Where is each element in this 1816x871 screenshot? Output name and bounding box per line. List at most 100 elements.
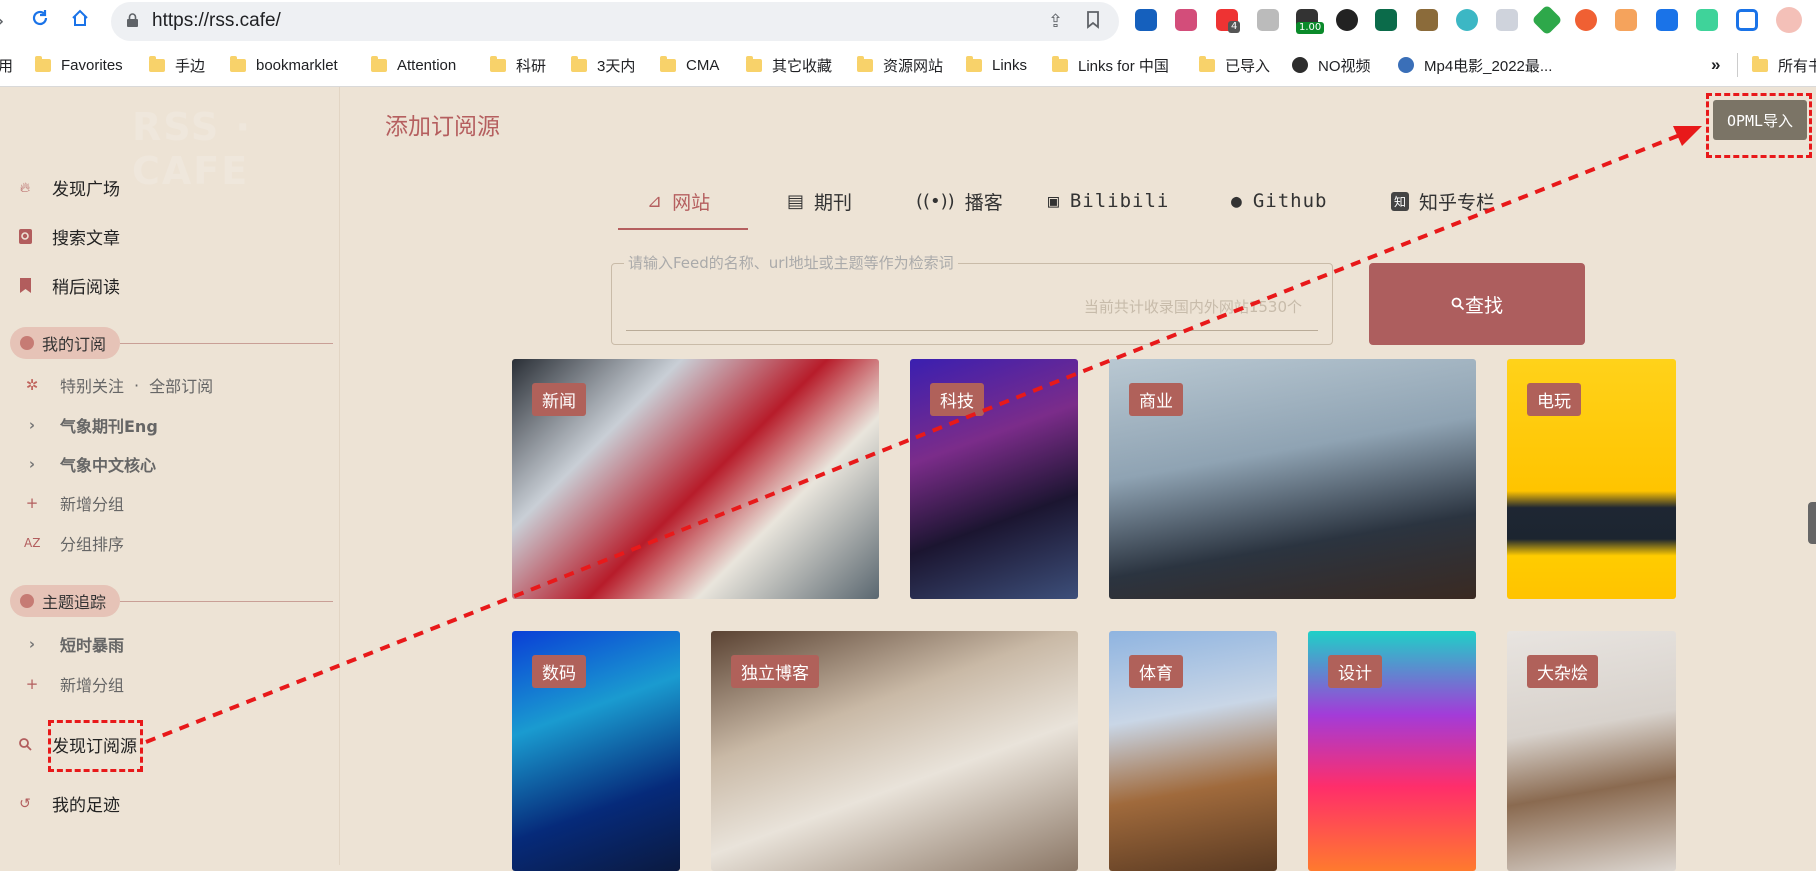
add-group-button[interactable]: + 新增分组	[24, 491, 124, 515]
chevron-right-icon: ›	[28, 455, 36, 473]
extension-y-icon[interactable]	[1135, 9, 1157, 31]
topic-group-item[interactable]: › 短时暴雨	[24, 632, 124, 656]
tab-bilibili[interactable]: ▣ Bilibili	[1048, 181, 1169, 221]
all-bookmarks[interactable]: 所有书	[1737, 43, 1816, 87]
extension-spy-icon[interactable]	[1336, 9, 1358, 31]
bookmark-apps[interactable]: 用	[0, 43, 13, 87]
profile-avatar[interactable]	[1776, 7, 1802, 33]
bookmark-folder[interactable]: Favorites	[35, 43, 123, 87]
globe-icon	[1398, 57, 1414, 73]
plus-icon: +	[25, 494, 39, 512]
bookmark-folder[interactable]: 手边	[149, 43, 205, 87]
annotation-highlight-opml	[1706, 93, 1812, 158]
rss-cafe-app: RSS · CAFE 🔥︎ 发现广场 搜索文章 稍后阅读 我的订阅 ✲ 特别关注…	[0, 87, 1816, 871]
bookmark-star-icon[interactable]	[1086, 11, 1100, 34]
extension-rss-icon[interactable]	[1615, 9, 1637, 31]
broadcast-icon	[20, 594, 34, 608]
reload-icon[interactable]	[30, 8, 50, 34]
sort-groups-button[interactable]: AZ 分组排序	[24, 531, 124, 555]
bookmark-folder[interactable]: 3天内	[571, 43, 635, 87]
tab-podcast[interactable]: ((•)) 播客	[916, 181, 1003, 221]
bookmark-folder[interactable]: 已导入	[1199, 43, 1270, 87]
home-icon[interactable]	[70, 8, 90, 34]
folder-icon	[490, 55, 506, 72]
group-item[interactable]: › 气象期刊Eng	[24, 413, 158, 437]
nav-history[interactable]: ↺ 我的足迹	[18, 791, 120, 817]
tab-github[interactable]: ● Github	[1231, 181, 1327, 221]
category-card-digital[interactable]: 数码	[512, 631, 680, 871]
section-my-subscriptions[interactable]: 我的订阅	[10, 327, 333, 359]
bookmark-link[interactable]: Mp4电影_2022最...	[1398, 43, 1552, 87]
chevron-right-icon: ›	[28, 635, 36, 653]
main-content: 添加订阅源 OPML导入 ⊿ 网站 ▤ 期刊 ((•)) 播客 ▣ Bilibili ●…	[341, 87, 1816, 871]
globe-icon	[1292, 57, 1308, 73]
group-item[interactable]: › 气象中文核心	[24, 452, 156, 476]
extension-orange-icon[interactable]	[1575, 9, 1597, 31]
bookmark-folder[interactable]: CMA	[660, 43, 719, 87]
divider	[120, 342, 333, 344]
address-bar[interactable]: https://rss.cafe/ ⇪	[111, 2, 1119, 41]
side-panel-icon[interactable]	[1736, 9, 1758, 31]
history-icon: ↺	[19, 795, 31, 812]
nav-search-articles[interactable]: 搜索文章	[18, 224, 120, 249]
nav-discover[interactable]: 🔥︎ 发现广场	[18, 175, 120, 201]
folder-icon	[230, 55, 246, 72]
share-icon[interactable]: ⇪	[1048, 11, 1063, 32]
category-card-design[interactable]: 设计	[1308, 631, 1476, 871]
category-card-games[interactable]: 电玩	[1507, 359, 1676, 599]
extension-flask-icon[interactable]	[1696, 9, 1718, 31]
category-card-tech[interactable]: 科技	[910, 359, 1078, 599]
brand-logo[interactable]: RSS · CAFE	[132, 105, 339, 193]
find-button[interactable]: 查找	[1369, 263, 1585, 345]
tab-journal[interactable]: ▤ 期刊	[787, 181, 852, 221]
bilibili-icon: ▣	[1048, 190, 1060, 212]
bookmark-folder[interactable]: 其它收藏	[746, 43, 832, 87]
category-card-misc[interactable]: 大杂烩	[1507, 631, 1676, 871]
bookmark-folder[interactable]: bookmarklet	[230, 43, 338, 87]
tab-website[interactable]: ⊿ 网站	[647, 181, 710, 221]
tab-zhihu[interactable]: 知知乎专栏	[1391, 181, 1495, 221]
extension-doc-icon[interactable]	[1257, 9, 1279, 31]
scrollbar-thumb[interactable]	[1808, 502, 1816, 544]
nav-read-later[interactable]: 稍后阅读	[18, 273, 120, 298]
folder-icon	[1752, 55, 1768, 72]
bookmark-folder[interactable]: 科研	[490, 43, 546, 87]
extension-cyan-icon[interactable]	[1456, 9, 1478, 31]
bookmarks-overflow-button[interactable]: »	[1711, 43, 1720, 87]
forward-icon[interactable]: ›	[0, 8, 4, 34]
section-topic-tracking[interactable]: 主题追踪	[10, 585, 333, 617]
special-follow-link[interactable]: 特别关注	[60, 373, 124, 397]
active-tab-indicator	[618, 228, 748, 230]
add-topic-group-button[interactable]: + 新增分组	[24, 672, 124, 696]
bookmark-folder[interactable]: Attention	[371, 43, 456, 87]
bookmark-folder[interactable]: Links for 中国	[1052, 43, 1169, 87]
subscriptions-filter: ✲ 特别关注 · 全部订阅	[24, 373, 213, 397]
feed-search-input[interactable]: 请输入Feed的名称、url地址或主题等作为检索词 当前共计收录国内外网站153…	[611, 252, 1333, 345]
bookmark-link[interactable]: NO视频	[1292, 43, 1371, 87]
extension-red-icon[interactable]: 4	[1216, 9, 1241, 33]
extension-green-icon[interactable]	[1531, 4, 1563, 36]
zhihu-icon: 知	[1391, 191, 1410, 211]
extension-shield-icon[interactable]	[1496, 9, 1518, 31]
bookmark-folder[interactable]: 资源网站	[857, 43, 943, 87]
all-subscriptions-link[interactable]: 全部订阅	[149, 373, 213, 397]
journal-icon: ▤	[787, 190, 805, 212]
rss-icon: ⊿	[647, 190, 663, 212]
extension-s-icon[interactable]	[1375, 9, 1397, 31]
category-card-news[interactable]: 新闻	[512, 359, 879, 599]
extension-timer-icon[interactable]: 1.00	[1296, 9, 1325, 34]
extension-books-icon[interactable]	[1416, 9, 1438, 31]
category-card-indie-blog[interactable]: 独立博客	[711, 631, 1078, 871]
chevron-right-icon: ›	[28, 416, 36, 434]
category-card-business[interactable]: 商业	[1109, 359, 1476, 599]
divider	[120, 600, 333, 602]
extensions-puzzle-icon[interactable]	[1656, 9, 1678, 31]
page-title: 添加订阅源	[385, 114, 500, 140]
category-card-sports[interactable]: 体育	[1109, 631, 1277, 871]
bookmark-folder[interactable]: Links	[966, 43, 1027, 87]
folder-icon	[966, 55, 982, 72]
url-text[interactable]: https://rss.cafe/	[152, 10, 281, 32]
star-burst-icon: ✲	[25, 376, 39, 394]
extension-pink-icon[interactable]	[1175, 9, 1197, 31]
search-icon	[1451, 297, 1465, 311]
